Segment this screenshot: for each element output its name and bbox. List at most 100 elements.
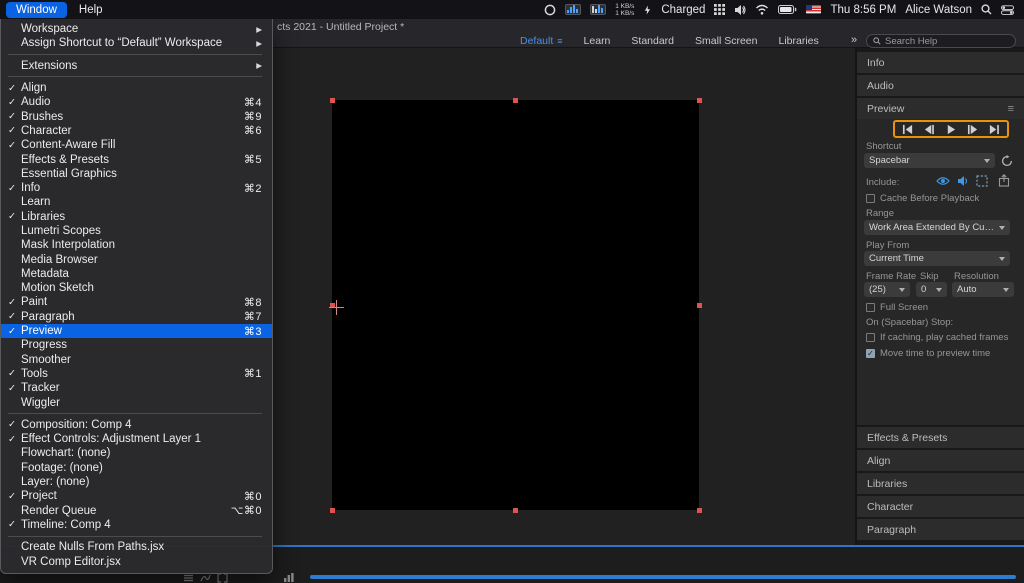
workspace-tab[interactable]: Learn ≡ [584, 35, 611, 47]
grid-icon[interactable] [714, 4, 725, 15]
window-menu-item[interactable]: ✓ Info ⌘2 ▶ [1, 181, 272, 195]
next-frame-button[interactable] [965, 123, 981, 135]
battery-icon[interactable] [778, 5, 797, 14]
last-frame-button[interactable] [986, 123, 1002, 135]
window-menu-item[interactable]: ✓ Content-Aware Fill ▶ [1, 138, 272, 152]
wifi-icon[interactable] [755, 4, 769, 15]
window-menu-item[interactable]: ✓ Brushes ⌘9 ▶ [1, 109, 272, 123]
preview-panel-header[interactable]: Preview ≡ [857, 98, 1024, 119]
reset-icon[interactable] [1001, 155, 1013, 167]
skip-dropdown[interactable]: 0 [916, 282, 947, 297]
panel-menu-icon[interactable]: ≡ [1008, 103, 1014, 115]
full-screen-checkbox[interactable]: ✓ [866, 303, 875, 312]
menu-window[interactable]: Window [6, 2, 67, 18]
window-menu-item[interactable]: ✓ Paragraph ⌘7 ▶ [1, 310, 272, 324]
window-menu-item[interactable]: ✓ Align ▶ [1, 81, 272, 95]
menubar-user[interactable]: Alice Watson [905, 4, 972, 16]
ring-app-icon[interactable] [544, 4, 556, 16]
window-menu-item[interactable]: ✓ Lumetri Scopes ▶ [1, 224, 272, 238]
workspace-tab[interactable]: Small Screen ≡ [695, 35, 757, 47]
full-screen-row[interactable]: ✓ Full Screen [866, 302, 928, 313]
workspace-tab[interactable]: Standard ≡ [631, 35, 674, 47]
spotlight-icon[interactable] [981, 4, 992, 15]
panel-header[interactable]: Paragraph [857, 519, 1024, 540]
workspace-menu-icon[interactable]: ≡ [557, 36, 562, 46]
window-menu-item[interactable]: ✓ Render Queue ⌥⌘0 ▶ [1, 504, 272, 518]
window-menu-item[interactable]: ✓ Essential Graphics ▶ [1, 167, 272, 181]
search-help-box[interactable] [866, 34, 1016, 48]
window-menu-item[interactable]: ✓ ▶ [1, 410, 272, 418]
move-time-row[interactable]: ✓ Move time to preview time [866, 348, 990, 359]
window-menu-item[interactable]: ✓ Metadata ▶ [1, 267, 272, 281]
composition-canvas[interactable] [332, 100, 699, 510]
window-menu-item[interactable]: ✓ Assign Shortcut to “Default” Workspace… [1, 36, 272, 50]
window-menu-item[interactable]: ✓ Tools ⌘1 ▶ [1, 367, 272, 381]
battery-status-label[interactable]: Charged [661, 4, 705, 16]
window-menu-item[interactable]: ✓ Motion Sketch ▶ [1, 281, 272, 295]
window-menu-item[interactable]: ✓ Create Nulls From Paths.jsx ▶ [1, 540, 272, 554]
window-menu-item[interactable]: ✓ Mask Interpolation ▶ [1, 238, 272, 252]
timeline-layers-icon[interactable] [183, 573, 194, 583]
search-help-input[interactable] [885, 36, 1005, 47]
window-menu-item[interactable]: ✓ Layer: (none) ▶ [1, 475, 272, 489]
selection-handle[interactable] [697, 303, 702, 308]
frame-rate-dropdown[interactable]: (25) [864, 282, 910, 297]
anchor-point-crosshair[interactable] [329, 300, 344, 315]
window-menu-item[interactable]: ✓ Workspace ▶ [1, 22, 272, 36]
volume-icon[interactable] [734, 4, 746, 16]
move-time-checkbox[interactable]: ✓ [866, 349, 875, 358]
panel-header[interactable]: Align [857, 450, 1024, 471]
window-menu-item[interactable]: ✓ Tracker ▶ [1, 381, 272, 395]
resolution-dropdown[interactable]: Auto [952, 282, 1014, 297]
first-frame-button[interactable] [900, 123, 916, 135]
menu-help[interactable]: Help [69, 2, 113, 18]
window-menu-item[interactable]: ✓ VR Comp Editor.jsx ▶ [1, 554, 272, 568]
shortcut-dropdown[interactable]: Spacebar [864, 153, 995, 168]
window-menu-item[interactable]: ✓ Effect Controls: Adjustment Layer 1 ▶ [1, 432, 272, 446]
timeline-scrollbar[interactable] [310, 575, 1016, 579]
layer-controls-icon[interactable] [976, 175, 988, 187]
audio-speaker-icon[interactable] [957, 175, 969, 187]
panel-header[interactable]: Libraries [857, 473, 1024, 494]
us-flag-icon[interactable] [806, 5, 821, 14]
menubar-clock[interactable]: Thu 8:56 PM [830, 4, 896, 16]
panel-header[interactable]: Info [857, 52, 1024, 73]
network-meter-icon[interactable] [590, 4, 606, 15]
charging-bolt-icon[interactable] [643, 4, 652, 16]
window-menu-item[interactable]: ✓ Progress ▶ [1, 338, 272, 352]
if-caching-checkbox[interactable]: ✓ [866, 333, 875, 342]
window-menu-item[interactable]: ✓ Learn ▶ [1, 195, 272, 209]
window-menu-item[interactable]: ✓ Extensions ▶ [1, 59, 272, 73]
window-menu-item[interactable]: ✓ Paint ⌘8 ▶ [1, 295, 272, 309]
workspace-tab[interactable]: Libraries ≡ [778, 35, 818, 47]
range-dropdown[interactable]: Work Area Extended By Current … [864, 220, 1010, 235]
window-menu-item[interactable]: ✓ Libraries ▶ [1, 210, 272, 224]
selection-handle[interactable] [697, 508, 702, 513]
cpu-meter-icon[interactable] [565, 4, 581, 15]
workspace-overflow-icon[interactable]: » [851, 34, 857, 46]
selection-handle[interactable] [330, 98, 335, 103]
workspace-tab[interactable]: Default ≡ [520, 35, 563, 47]
selection-handle[interactable] [697, 98, 702, 103]
window-menu-item[interactable]: ✓ Timeline: Comp 4 ▶ [1, 518, 272, 532]
window-menu-item[interactable]: ✓ Footage: (none) ▶ [1, 461, 272, 475]
window-menu-item[interactable]: ✓ Smoother ▶ [1, 353, 272, 367]
video-eye-icon[interactable] [936, 176, 950, 186]
panel-header[interactable]: Effects & Presets [857, 427, 1024, 448]
panel-header[interactable]: Audio [857, 75, 1024, 96]
window-menu-item[interactable]: ✓ Composition: Comp 4 ▶ [1, 418, 272, 432]
if-caching-row[interactable]: ✓ If caching, play cached frames [866, 332, 1008, 343]
network-speed[interactable]: 1 KB/s 1 KB/s [615, 3, 634, 17]
window-menu-item[interactable]: ✓ ▶ [1, 51, 272, 59]
window-menu-item[interactable]: ✓ Media Browser ▶ [1, 252, 272, 266]
selection-handle[interactable] [513, 508, 518, 513]
play-button[interactable] [943, 123, 959, 135]
selection-handle[interactable] [513, 98, 518, 103]
share-icon[interactable] [998, 174, 1010, 187]
timeline-chart-icon[interactable] [283, 572, 295, 583]
previous-frame-button[interactable] [921, 123, 937, 135]
panel-header[interactable]: Character [857, 496, 1024, 517]
window-menu-item[interactable]: ✓ Effects & Presets ⌘5 ▶ [1, 152, 272, 166]
window-menu-item[interactable]: ✓ Character ⌘6 ▶ [1, 124, 272, 138]
cache-checkbox[interactable]: ✓ [866, 194, 875, 203]
